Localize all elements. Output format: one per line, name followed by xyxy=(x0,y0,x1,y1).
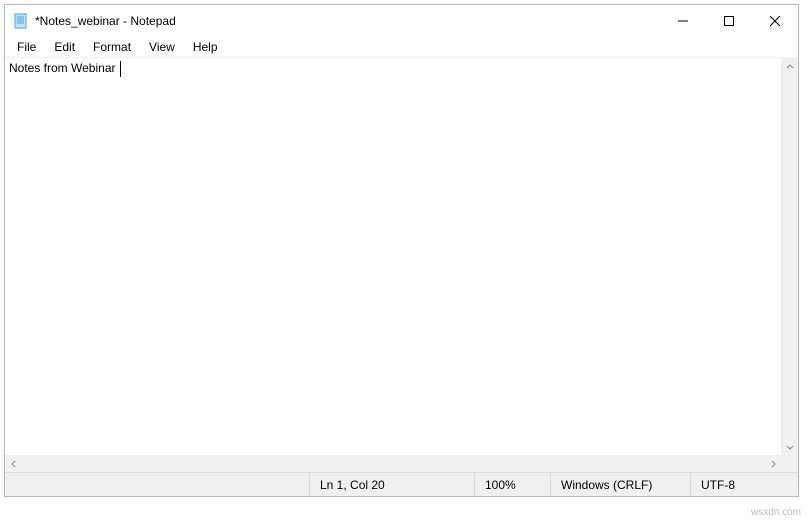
horizontal-scrollbar[interactable] xyxy=(5,455,781,472)
status-encoding: UTF-8 xyxy=(690,473,798,496)
scroll-right-icon[interactable] xyxy=(764,455,781,472)
status-zoom: 100% xyxy=(474,473,550,496)
menubar: File Edit Format View Help xyxy=(5,37,798,57)
scrollbar-corner xyxy=(781,455,798,472)
vertical-scrollbar[interactable] xyxy=(781,58,798,455)
menu-edit[interactable]: Edit xyxy=(46,39,83,55)
scroll-down-icon[interactable] xyxy=(781,438,798,455)
status-cursor-position: Ln 1, Col 20 xyxy=(309,473,474,496)
content-area: Notes from Webinar xyxy=(5,57,798,472)
notepad-window: *Notes_webinar - Notepad File Edit Forma… xyxy=(4,4,799,497)
statusbar: Ln 1, Col 20 100% Windows (CRLF) UTF-8 xyxy=(5,472,798,496)
text-editor[interactable]: Notes from Webinar xyxy=(5,58,798,455)
window-controls xyxy=(660,5,798,37)
menu-file[interactable]: File xyxy=(9,39,44,55)
text-cursor xyxy=(120,61,121,77)
menu-view[interactable]: View xyxy=(141,39,183,55)
watermark: wsxdn.com xyxy=(751,507,801,518)
scroll-up-icon[interactable] xyxy=(781,58,798,75)
close-button[interactable] xyxy=(752,5,798,37)
titlebar[interactable]: *Notes_webinar - Notepad xyxy=(5,5,798,37)
editor-content: Notes from Webinar xyxy=(9,60,121,77)
horizontal-scroll-row xyxy=(5,455,798,472)
status-spacer xyxy=(5,473,309,496)
maximize-button[interactable] xyxy=(706,5,752,37)
notepad-app-icon xyxy=(13,13,29,29)
menu-help[interactable]: Help xyxy=(185,39,226,55)
scroll-left-icon[interactable] xyxy=(5,455,22,472)
menu-format[interactable]: Format xyxy=(85,39,139,55)
minimize-button[interactable] xyxy=(660,5,706,37)
window-title: *Notes_webinar - Notepad xyxy=(35,14,660,28)
status-line-ending: Windows (CRLF) xyxy=(550,473,690,496)
